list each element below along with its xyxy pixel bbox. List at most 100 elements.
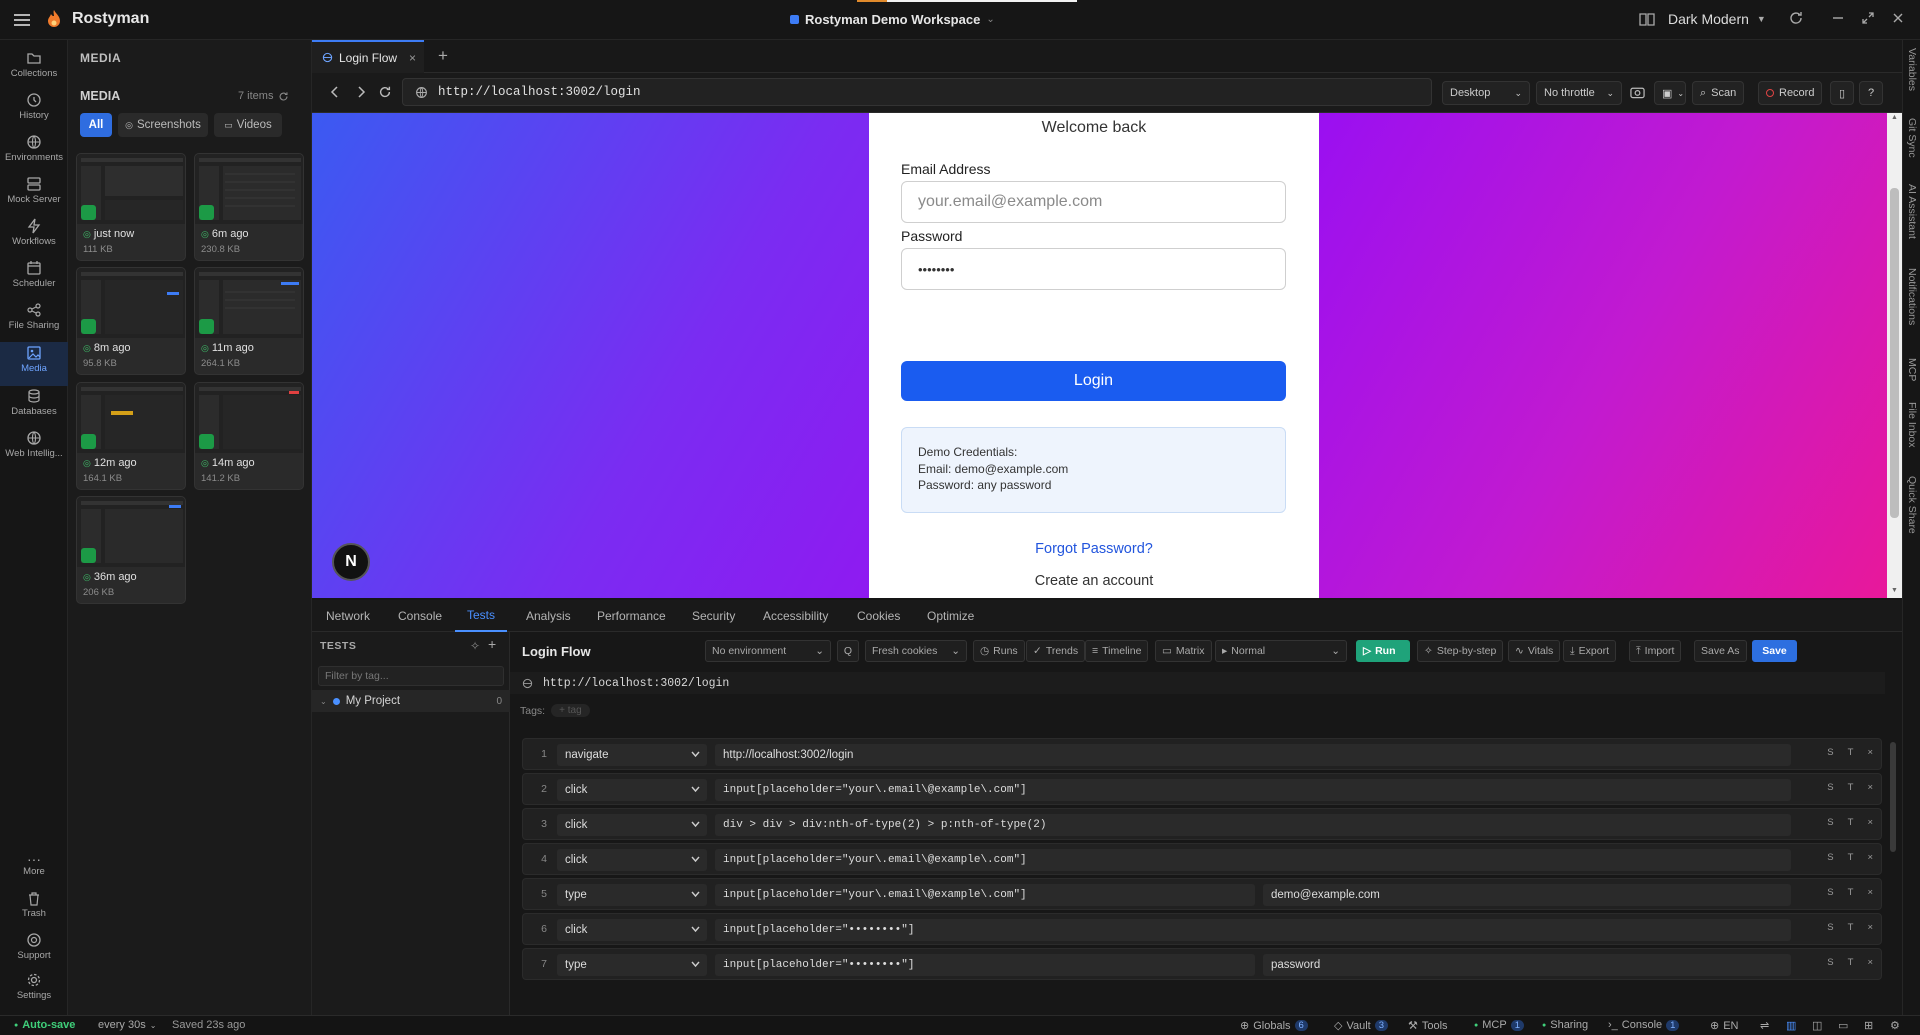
reload-icon[interactable] <box>378 85 392 99</box>
step-action-select[interactable]: click <box>557 814 707 836</box>
login-button[interactable]: Login <box>901 361 1286 401</box>
step-action-select[interactable]: click <box>557 849 707 871</box>
language-button[interactable]: ⊕ EN <box>1710 1019 1739 1033</box>
media-card[interactable]: ◎ 14m ago 141.2 KB <box>194 382 304 490</box>
tab-login-flow[interactable]: Login Flow × <box>312 40 424 73</box>
step-target-input[interactable]: div > div > div:nth-of-type(2) > p:nth-o… <box>715 814 1791 836</box>
matrix-button[interactable]: ▭ Matrix <box>1155 640 1212 662</box>
tab-accessibility[interactable]: Accessibility <box>763 600 828 632</box>
remove-step-icon[interactable]: × <box>1867 782 1873 793</box>
nav-settings[interactable]: Settings <box>0 972 68 1012</box>
book-icon[interactable]: ▯ <box>1830 81 1854 105</box>
help-icon[interactable]: ? <box>1859 81 1883 105</box>
settings-icon[interactable]: ⚙ <box>1890 1019 1900 1032</box>
nav-support[interactable]: Support <box>0 932 68 972</box>
nav-history[interactable]: History <box>0 92 68 132</box>
throttle-select[interactable]: No throttle ⌄ <box>1536 81 1622 105</box>
step-target-input[interactable]: input[placeholder="••••••••"] <box>715 919 1791 941</box>
step-target-input[interactable]: input[placeholder="your\.email\@example\… <box>715 849 1791 871</box>
step-t-toggle[interactable]: T <box>1848 922 1854 933</box>
add-test-icon[interactable]: + <box>488 636 496 652</box>
mode-select[interactable]: ▸ Normal ⌄ <box>1215 640 1347 662</box>
tab-analysis[interactable]: Analysis <box>526 600 571 632</box>
maximize-icon[interactable] <box>1860 10 1880 30</box>
tab-performance[interactable]: Performance <box>597 600 666 632</box>
scroll-thumb[interactable] <box>1890 188 1899 518</box>
media-card[interactable]: ◎ 6m ago 230.8 KB <box>194 153 304 261</box>
nav-web-intelligence[interactable]: Web Intellig... <box>0 430 68 470</box>
test-url-field[interactable]: http://localhost:3002/login <box>510 672 1885 694</box>
tab-optimize[interactable]: Optimize <box>927 600 974 632</box>
nav-workflows[interactable]: Workflows <box>0 218 68 258</box>
remove-step-icon[interactable]: × <box>1867 852 1873 863</box>
nav-file-sharing[interactable]: File Sharing <box>0 302 68 342</box>
sharing-button[interactable]: ● Sharing <box>1542 1019 1588 1031</box>
step-action-select[interactable]: click <box>557 919 707 941</box>
step-target-input[interactable]: input[placeholder="your\.email\@example\… <box>715 779 1791 801</box>
step-s-toggle[interactable]: S <box>1827 782 1833 793</box>
add-tag-input[interactable]: + tag <box>551 704 590 717</box>
forgot-password-link[interactable]: Forgot Password? <box>869 541 1319 557</box>
video-icon[interactable]: ▭ <box>1838 1019 1848 1032</box>
globals-button[interactable]: ⊕ Globals 6 <box>1240 1019 1308 1032</box>
step-target-input[interactable]: input[placeholder="••••••••"] <box>715 954 1255 976</box>
rail-variables[interactable]: Variables <box>1903 48 1920 91</box>
step-t-toggle[interactable]: T <box>1848 852 1854 863</box>
rail-file-inbox[interactable]: File Inbox <box>1903 402 1920 448</box>
tab-cookies[interactable]: Cookies <box>857 600 900 632</box>
media-card[interactable]: ◎ 8m ago 95.8 KB <box>76 267 186 375</box>
nav-media[interactable]: Media <box>0 342 68 386</box>
step-action-select[interactable]: click <box>557 779 707 801</box>
step-t-toggle[interactable]: T <box>1848 782 1854 793</box>
rail-notifications[interactable]: Notifications <box>1903 268 1920 325</box>
tab-security[interactable]: Security <box>692 600 735 632</box>
url-input[interactable]: http://localhost:3002/login <box>402 78 1432 106</box>
step-value-input[interactable]: demo@example.com <box>1263 884 1791 906</box>
refresh-icon[interactable] <box>1788 10 1808 30</box>
capture-menu[interactable]: ▣ ⌄ <box>1654 81 1686 105</box>
step-target-input[interactable]: input[placeholder="your\.email\@example\… <box>715 884 1255 906</box>
camera-icon[interactable]: ◫ <box>1812 1019 1822 1032</box>
media-card[interactable]: ◎ 12m ago 164.1 KB <box>76 382 186 490</box>
nav-collections[interactable]: Collections <box>0 50 68 90</box>
theme-selector[interactable]: Dark Modern ▼ <box>1668 11 1766 27</box>
password-input[interactable]: •••••••• <box>901 248 1286 290</box>
workspace-selector[interactable]: Rostyman Demo Workspace ⌄ <box>790 12 995 27</box>
forward-icon[interactable] <box>354 85 368 99</box>
close-icon[interactable] <box>1890 10 1910 30</box>
book-icon[interactable] <box>1638 10 1658 30</box>
query-button[interactable]: Q <box>837 640 859 662</box>
save-button[interactable]: Save <box>1752 640 1797 662</box>
nav-trash[interactable]: Trash <box>0 892 68 932</box>
step-by-step-button[interactable]: ✧ Step-by-step <box>1417 640 1504 662</box>
mcp-button[interactable]: ● MCP 1 <box>1474 1019 1524 1031</box>
remove-step-icon[interactable]: × <box>1867 957 1873 968</box>
step-t-toggle[interactable]: T <box>1848 747 1854 758</box>
tab-tests[interactable]: Tests <box>455 600 508 632</box>
step-t-toggle[interactable]: T <box>1848 957 1854 968</box>
step-s-toggle[interactable]: S <box>1827 747 1833 758</box>
tools-button[interactable]: ⚒ Tools <box>1408 1019 1448 1033</box>
close-tab-icon[interactable]: × <box>409 51 416 65</box>
step-action-select[interactable]: type <box>557 884 707 906</box>
trends-button[interactable]: ✓ Trends <box>1026 640 1086 662</box>
remove-step-icon[interactable]: × <box>1867 922 1873 933</box>
nav-more[interactable]: ··· More <box>0 852 68 892</box>
tab-console[interactable]: Console <box>398 600 442 632</box>
remove-step-icon[interactable]: × <box>1867 887 1873 898</box>
filter-screenshots[interactable]: ◎ Screenshots <box>118 113 208 137</box>
scroll-down-icon[interactable]: ▼ <box>1891 587 1898 594</box>
vault-button[interactable]: ◇ Vault 3 <box>1334 1019 1389 1032</box>
cookies-select[interactable]: Fresh cookies ⌄ <box>865 640 967 662</box>
create-account-link[interactable]: Create an account <box>869 573 1319 589</box>
scroll-up-icon[interactable]: ▲ <box>1891 114 1898 121</box>
rail-ai-assistant[interactable]: AI Assistant <box>1903 184 1920 239</box>
media-card[interactable]: ◎ 11m ago 264.1 KB <box>194 267 304 375</box>
step-s-toggle[interactable]: S <box>1827 817 1833 828</box>
remove-step-icon[interactable]: × <box>1867 817 1873 828</box>
email-input[interactable]: your.email@example.com <box>901 181 1286 223</box>
scan-button[interactable]: ⌕ Scan <box>1692 81 1745 105</box>
screenshot-camera-icon[interactable] <box>1630 85 1645 99</box>
step-t-toggle[interactable]: T <box>1848 887 1854 898</box>
tab-network[interactable]: Network <box>326 600 370 632</box>
